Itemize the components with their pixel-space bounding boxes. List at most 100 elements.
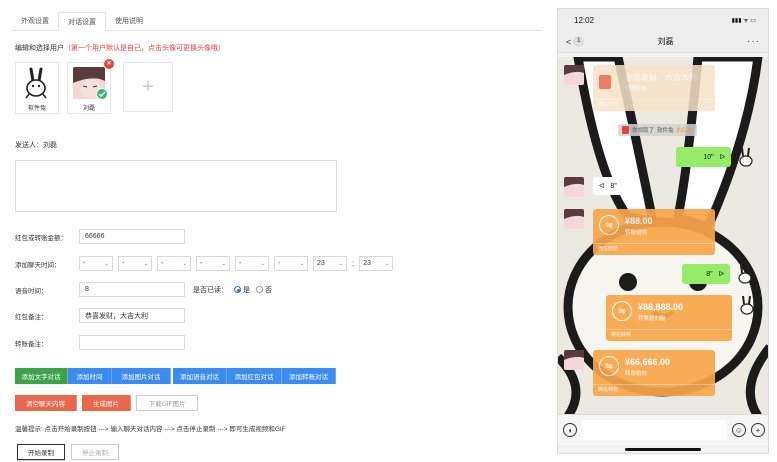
- user-card-liulei[interactable]: ✕ 刘磊: [67, 59, 114, 114]
- voice-toggle-icon[interactable]: ◖: [563, 423, 577, 437]
- signal-icon: ▮▮▮ ᯤ ▭: [731, 18, 756, 24]
- start-record-button[interactable]: 开始录制: [17, 444, 65, 460]
- action-buttons: 清空聊天内容 生成图片 下载GIF图片: [15, 395, 198, 411]
- transfer-icon: ⇋: [612, 301, 632, 321]
- transfer-message-1: ⇋ ¥88.00 转账给你 微信转账: [564, 209, 715, 255]
- transfer-icon: ⇋: [599, 215, 619, 235]
- voice-out-bubble[interactable]: 10" ᐅ: [676, 147, 731, 167]
- time-row: 添加聊天时间： - ⌄ - ⌄ - ⌄ - ⌄ - ⌄ - ⌄ 23 ⌄ : 23 ⌄: [15, 256, 398, 271]
- rp-note-row: 红包备注： 恭喜发财，大吉大利: [15, 308, 185, 323]
- transfer-note-label: 转账备注：: [15, 340, 48, 348]
- weekday-select[interactable]: - ⌄: [196, 256, 230, 271]
- message-textarea[interactable]: [15, 160, 337, 212]
- transfer-bubble[interactable]: ⇋ ¥88,888.00 转账给刘磊 微信转账: [606, 295, 732, 341]
- chevron-down-icon: ⌄: [299, 260, 304, 267]
- editor-frame: 外观设置 对话设置 使用说明 编辑和选择用户（第一个用户默认是自己，点击头像可更…: [0, 0, 777, 462]
- read-no-radio[interactable]: [256, 286, 263, 293]
- transfer-bubble[interactable]: ⇋ ¥66,666.00 转账给你 微信转账: [593, 350, 715, 396]
- more-icon[interactable]: ···: [747, 36, 760, 47]
- read-yes-radio[interactable]: [234, 286, 241, 293]
- transfer-message-3: ⇋ ¥66,666.00 转账给你 微信转账: [564, 350, 715, 396]
- back-arrow-icon: <: [566, 36, 572, 47]
- voice-out-message: 10" ᐅ: [676, 147, 755, 169]
- download-gif-button[interactable]: 下载GIF图片: [136, 395, 198, 411]
- transfer-message-2: ⇋ ¥88,888.00 转账给刘磊 微信转账: [606, 295, 756, 341]
- selected-check-icon: [96, 88, 108, 100]
- voice-in-bubble[interactable]: ᐊ 8": [593, 177, 638, 195]
- clear-button[interactable]: 清空聊天内容: [15, 395, 77, 411]
- year-select[interactable]: - ⌄: [79, 256, 113, 271]
- add-redpacket-button[interactable]: 添加红包对话: [227, 368, 282, 384]
- record-buttons: 开始录制 停止录制: [17, 444, 119, 460]
- user-card-rabbit[interactable]: 软件兔: [15, 62, 59, 114]
- divider: [593, 384, 715, 385]
- generate-button[interactable]: 生成图片: [82, 395, 131, 411]
- read-no-label: 否: [265, 286, 272, 294]
- add-user-button[interactable]: +: [123, 62, 173, 112]
- plus-icon: +: [142, 75, 154, 98]
- remove-user-icon[interactable]: ✕: [104, 59, 114, 69]
- transfer-note-row: 转账备注：: [15, 335, 185, 350]
- user-hint: 编辑和选择用户（第一个用户默认是自己，点击头像可更换头像哦）: [15, 43, 225, 53]
- rp-note-label: 红包备注：: [15, 313, 48, 321]
- divider: [593, 99, 715, 100]
- chevron-down-icon: ⌄: [104, 260, 109, 267]
- tab-instructions[interactable]: 使用说明: [106, 12, 152, 31]
- hour-select[interactable]: 23 ⌄: [313, 256, 347, 271]
- add-voice-button[interactable]: 添加语音对话: [173, 368, 227, 384]
- sender-label: 发送人：: [15, 142, 43, 149]
- redpacket-title: 恭喜发财，大吉大利: [625, 73, 697, 82]
- amount-row: 红包或转账金额： 66666: [15, 229, 185, 244]
- transfer-icon: ⇋: [599, 356, 619, 376]
- amount-label: 红包或转账金额：: [15, 234, 67, 242]
- voice-label: 语音时间：: [15, 287, 48, 295]
- add-buttons-left: 添加文字对话 添加时间 添加图片对话: [15, 368, 171, 384]
- add-text-button[interactable]: 添加文字对话: [15, 368, 68, 384]
- voice-wave-icon: ᐅ: [719, 154, 725, 161]
- settings-tabs: 外观设置 对话设置 使用说明: [12, 12, 542, 31]
- transfer-note-input[interactable]: [79, 335, 185, 350]
- back-button[interactable]: < 1: [566, 36, 585, 47]
- add-transfer-button[interactable]: 添加转账对话: [282, 368, 336, 384]
- voice-in-message: ᐊ 8": [564, 177, 638, 197]
- user-hint-text: 编辑和选择用户: [15, 45, 64, 52]
- rp-note-input[interactable]: 恭喜发财，大吉大利: [79, 308, 185, 323]
- day-select[interactable]: - ⌄: [157, 256, 191, 271]
- voice-out-message-2: 8" ᐅ: [682, 264, 754, 286]
- user-hint-note: （第一个用户默认是自己，点击头像可更换头像哦）: [64, 45, 225, 52]
- tip-text: 温馨提示: 点击开始录制按钮 ---> 输入聊天对话内容 ---> 点击停止录制…: [15, 426, 286, 433]
- status-time: 12:02: [574, 15, 595, 25]
- ampm-select[interactable]: - ⌄: [274, 256, 308, 271]
- chevron-down-icon: ⌄: [385, 260, 390, 267]
- chat-title: 刘磊: [657, 37, 674, 46]
- month-select[interactable]: - ⌄: [118, 256, 152, 271]
- chat-input-field[interactable]: [582, 420, 727, 440]
- minute-select[interactable]: 23 ⌄: [359, 256, 394, 271]
- emoji-icon[interactable]: ☺: [732, 423, 746, 437]
- amount-input[interactable]: 66666: [79, 229, 185, 244]
- chevron-down-icon: ⌄: [221, 260, 226, 267]
- sender-avatar: [564, 65, 584, 85]
- chevron-down-icon: ⌄: [260, 260, 265, 267]
- chat-area: 恭喜发财，大吉大利 领取红包 微信红包 你领取了 软件兔 的红包 10" ᐅ ᐊ…: [558, 57, 768, 416]
- add-time-button[interactable]: 添加时间: [68, 368, 112, 384]
- sender-avatar: [564, 350, 584, 370]
- plus-icon[interactable]: +: [751, 423, 765, 437]
- period-select[interactable]: - ⌄: [235, 256, 269, 271]
- add-image-button[interactable]: 添加图片对话: [112, 368, 171, 384]
- read-yes-label: 是: [243, 286, 250, 294]
- tab-appearance[interactable]: 外观设置: [12, 12, 58, 31]
- redpacket-foot: 微信红包: [598, 102, 619, 108]
- rabbit-avatar: [738, 295, 756, 317]
- tab-dialog[interactable]: 对话设置: [58, 12, 106, 31]
- chevron-down-icon: ⌄: [338, 260, 343, 267]
- transfer-bubble[interactable]: ⇋ ¥88.00 转账给你 微信转账: [593, 209, 715, 255]
- redpacket-bubble[interactable]: 恭喜发财，大吉大利 领取红包 微信红包: [593, 65, 715, 111]
- redpacket-sub: 领取红包: [625, 86, 648, 92]
- chevron-down-icon: ⌄: [182, 260, 187, 267]
- stop-record-button[interactable]: 停止录制: [71, 444, 119, 460]
- voice-out-bubble[interactable]: 8" ᐅ: [682, 264, 730, 284]
- chat-navbar: < 1 刘磊 ···: [558, 31, 768, 53]
- voice-duration-input[interactable]: 8: [79, 282, 185, 297]
- time-label: 添加聊天时间：: [15, 261, 61, 269]
